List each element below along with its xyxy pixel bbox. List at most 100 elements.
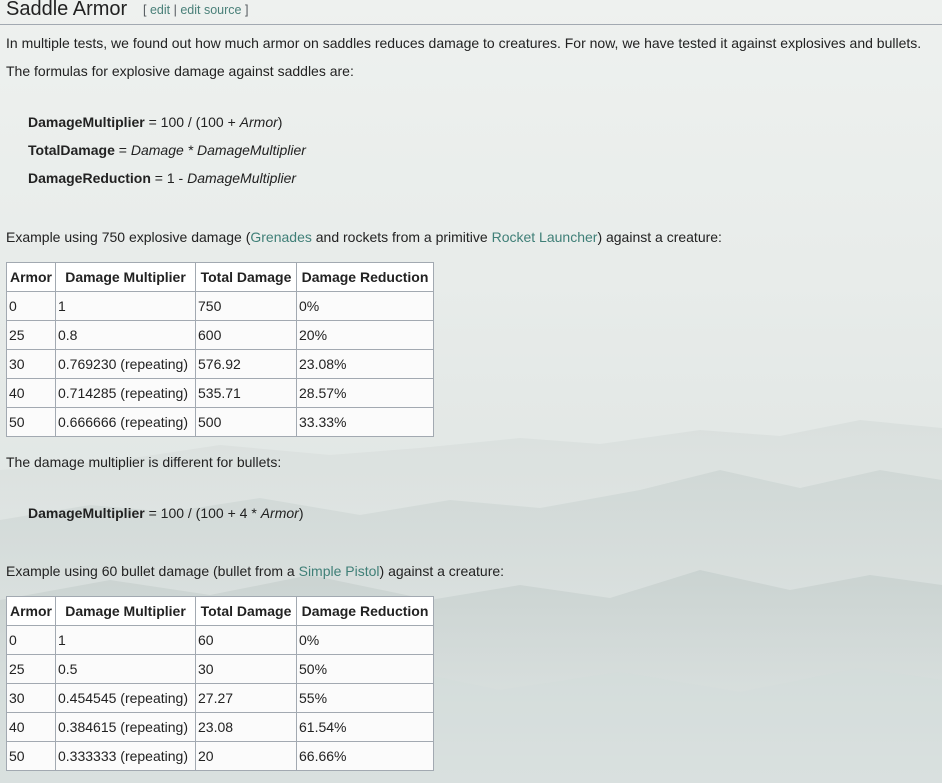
table-cell: 0 <box>6 291 56 321</box>
edit-link[interactable]: edit <box>150 3 170 17</box>
bullet-intro-paragraph: The damage multiplier is different for b… <box>6 454 282 470</box>
table-cell: 25 <box>6 654 56 684</box>
table-row: 0 1 60 0% <box>6 625 434 655</box>
section-heading: Saddle Armor [ edit | edit source ] <box>0 0 942 25</box>
edit-source-link[interactable]: edit source <box>180 3 241 17</box>
header-armor: Armor <box>6 262 56 292</box>
edit-section-links: [ edit | edit source ] <box>143 3 248 17</box>
explosive-example-paragraph: Example using 750 explosive damage (Gren… <box>6 228 722 246</box>
bullet-example-paragraph: Example using 60 bullet damage (bullet f… <box>6 562 504 580</box>
formula-damage-multiplier: DamageMultiplier = 100 / (100 + Armor) <box>28 113 282 131</box>
header-total-damage: Total Damage <box>195 262 297 292</box>
table-row: 40 0.384615 (repeating) 23.08 61.54% <box>6 712 434 742</box>
table-cell: 535.71 <box>195 378 297 408</box>
table-cell: 576.92 <box>195 349 297 379</box>
formula-total-damage: TotalDamage = Damage * DamageMultiplier <box>28 141 306 159</box>
table-row: 30 0.769230 (repeating) 576.92 23.08% <box>6 349 434 379</box>
table-header-row: Armor Damage Multiplier Total Damage Dam… <box>6 596 434 626</box>
header-damage-multiplier: Damage Multiplier <box>55 262 196 292</box>
table-cell: 66.66% <box>296 741 434 771</box>
table-cell: 1 <box>55 625 196 655</box>
formula-term: DamageReduction <box>28 170 151 186</box>
table-cell: 0.8 <box>55 320 196 350</box>
formula-expression: = 100 / (100 + 4 * <box>144 505 261 521</box>
table-cell: 500 <box>195 407 297 437</box>
table-cell: 0% <box>296 291 434 321</box>
text-fragment: ) against a creature: <box>597 229 722 245</box>
header-damage-reduction: Damage Reduction <box>296 262 434 292</box>
table-cell: 28.57% <box>296 378 434 408</box>
bullet-damage-table: Armor Damage Multiplier Total Damage Dam… <box>6 596 434 771</box>
table-row: 0 1 750 0% <box>6 291 434 321</box>
table-cell: 55% <box>296 683 434 713</box>
table-cell: 30 <box>6 683 56 713</box>
formula-variable: DamageMultiplier <box>197 142 306 158</box>
text-fragment: and rockets from a primitive <box>311 229 492 245</box>
table-cell: 750 <box>195 291 297 321</box>
formula-variable: Damage <box>130 142 184 158</box>
table-header-row: Armor Damage Multiplier Total Damage Dam… <box>6 262 434 292</box>
formula-variable: Armor <box>260 505 299 521</box>
formula-expression: ) <box>298 505 304 521</box>
table-cell: 50 <box>6 741 56 771</box>
table-cell: 50 <box>6 407 56 437</box>
explosive-damage-table: Armor Damage Multiplier Total Damage Dam… <box>6 262 434 437</box>
table-row: 25 0.5 30 50% <box>6 654 434 684</box>
table-cell: 0.384615 (repeating) <box>55 712 196 742</box>
table-cell: 23.08% <box>296 349 434 379</box>
table-cell: 0.769230 (repeating) <box>55 349 196 379</box>
intro-paragraph: In multiple tests, we found out how much… <box>6 35 922 51</box>
table-cell: 30 <box>6 349 56 379</box>
separator: | <box>173 3 177 17</box>
formula-expression: ) <box>277 114 283 130</box>
text-fragment: ) against a creature: <box>379 563 505 579</box>
table-cell: 0.666666 (repeating) <box>55 407 196 437</box>
table-cell: 20% <box>296 320 434 350</box>
table-cell: 60 <box>195 625 297 655</box>
header-armor: Armor <box>6 596 56 626</box>
table-cell: 27.27 <box>195 683 297 713</box>
table-cell: 61.54% <box>296 712 434 742</box>
table-cell: 20 <box>195 741 297 771</box>
formula-term: TotalDamage <box>28 142 115 158</box>
table-row: 40 0.714285 (repeating) 535.71 28.57% <box>6 378 434 408</box>
table-cell: 1 <box>55 291 196 321</box>
table-cell: 40 <box>6 378 56 408</box>
table-row: 25 0.8 600 20% <box>6 320 434 350</box>
formula-term: DamageMultiplier <box>28 114 145 130</box>
explosive-formulas-intro: The formulas for explosive damage agains… <box>6 63 354 79</box>
text-fragment: Example using 750 explosive damage ( <box>6 229 251 245</box>
table-row: 30 0.454545 (repeating) 27.27 55% <box>6 683 434 713</box>
formula-variable: Armor <box>239 114 278 130</box>
header-damage-multiplier: Damage Multiplier <box>55 596 196 626</box>
section-title: Saddle Armor <box>6 0 128 20</box>
formula-expression: = <box>114 142 131 158</box>
table-cell: 0.5 <box>55 654 196 684</box>
article-section: Saddle Armor [ edit | edit source ] In m… <box>0 0 942 771</box>
rocket-launcher-link[interactable]: Rocket Launcher <box>492 229 598 245</box>
table-cell: 0.454545 (repeating) <box>55 683 196 713</box>
formula-expression: = 100 / (100 + <box>144 114 240 130</box>
table-cell: 0% <box>296 625 434 655</box>
table-cell: 33.33% <box>296 407 434 437</box>
table-cell: 40 <box>6 712 56 742</box>
table-cell: 50% <box>296 654 434 684</box>
text-fragment: Example using 60 bullet damage (bullet f… <box>6 563 299 579</box>
simple-pistol-link[interactable]: Simple Pistol <box>299 563 380 579</box>
formula-damage-reduction: DamageReduction = 1 - DamageMultiplier <box>28 169 296 187</box>
bracket-open: [ <box>143 3 147 17</box>
table-cell: 0.714285 (repeating) <box>55 378 196 408</box>
table-cell: 0.333333 (repeating) <box>55 741 196 771</box>
formula-variable: DamageMultiplier <box>187 170 297 186</box>
table-cell: 600 <box>195 320 297 350</box>
table-cell: 0 <box>6 625 56 655</box>
grenades-link[interactable]: Grenades <box>250 229 311 245</box>
bracket-close: ] <box>244 3 249 17</box>
header-damage-reduction: Damage Reduction <box>296 596 434 626</box>
table-row: 50 0.666666 (repeating) 500 33.33% <box>6 407 434 437</box>
header-total-damage: Total Damage <box>195 596 297 626</box>
table-row: 50 0.333333 (repeating) 20 66.66% <box>6 741 434 771</box>
table-cell: 30 <box>195 654 297 684</box>
formula-bullet-damage-multiplier: DamageMultiplier = 100 / (100 + 4 * Armo… <box>28 504 303 522</box>
formula-expression: = 1 - <box>150 170 188 186</box>
